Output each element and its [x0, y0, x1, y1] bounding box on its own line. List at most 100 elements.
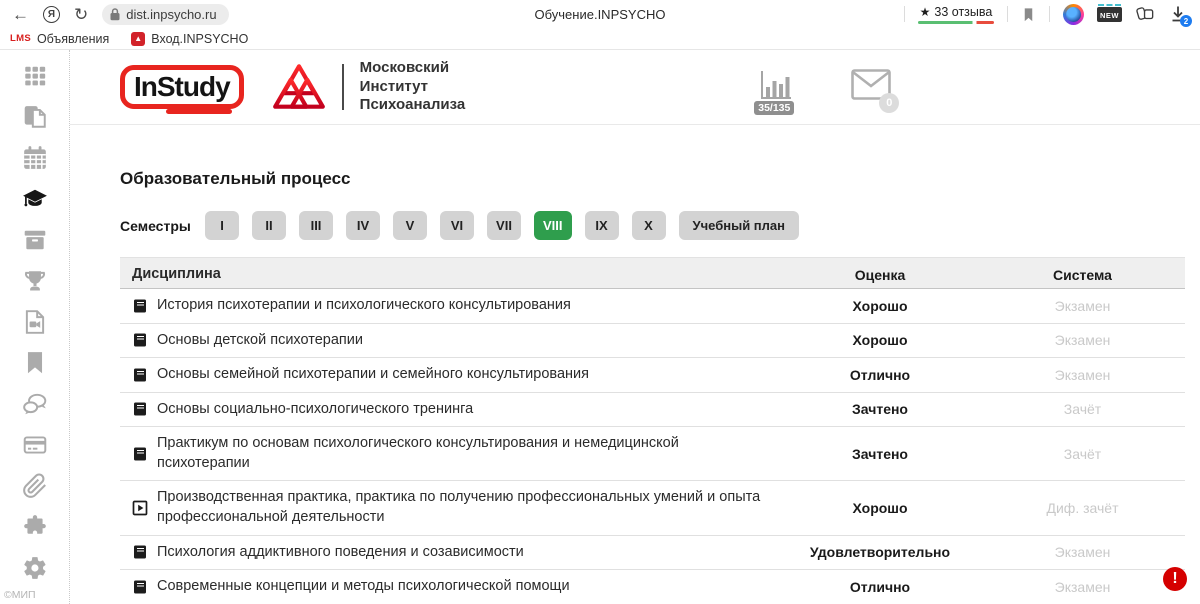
toolbar-separator	[1049, 6, 1050, 22]
tab-title: Обучение.INPSYCHO	[535, 7, 666, 22]
trophy-icon[interactable]	[22, 268, 48, 294]
discipline-name: Производственная практика, практика по п…	[157, 488, 770, 527]
book-icon	[132, 544, 148, 560]
grading-system: Экзамен	[980, 544, 1185, 560]
toolbar-separator	[1007, 6, 1008, 22]
semester-9-button[interactable]: IX	[585, 211, 619, 240]
grid-icon[interactable]	[22, 63, 48, 89]
copyright: ©МИП	[4, 589, 36, 601]
table-row[interactable]: Производственная практика, практика по п…	[120, 481, 1185, 535]
calendar-icon[interactable]	[22, 145, 48, 171]
grade: Зачтено	[780, 401, 980, 417]
progress-badge: 35/135	[754, 101, 794, 115]
bookmarks-bar: LMS Объявления ▲ Вход.INPSYCHO	[0, 28, 1200, 50]
content-area: InStudy Московский Институт Психоанализа	[70, 50, 1200, 604]
reviews-count: 33 отзыва	[934, 5, 992, 19]
downloads-badge: 2	[1180, 15, 1192, 27]
mail-count-badge: 0	[879, 93, 899, 113]
grading-system: Экзамен	[980, 298, 1185, 314]
table-row[interactable]: Практикум по основам психологического ко…	[120, 427, 1185, 481]
table-header-row: Дисциплина Оценка Система	[120, 257, 1185, 289]
reviews-widget[interactable]: ★ 33 отзыва	[918, 5, 994, 24]
column-header-grade: Оценка	[780, 267, 980, 283]
book-icon	[132, 446, 148, 462]
browser-toolbar: ← Я ↻ dist.inpsycho.ru Обучение.INPSYCHO…	[0, 0, 1200, 28]
chat-icon[interactable]	[22, 391, 48, 417]
toolbar-separator	[904, 6, 905, 22]
star-icon: ★	[920, 5, 931, 19]
documents-icon[interactable]	[22, 104, 48, 130]
grade: Хорошо	[780, 500, 980, 516]
grading-system: Зачёт	[980, 446, 1185, 462]
book-icon	[132, 401, 148, 417]
alert-icon[interactable]: !	[1163, 567, 1187, 591]
grade: Хорошо	[780, 298, 980, 314]
gear-icon[interactable]	[22, 555, 48, 581]
semester-3-button[interactable]: III	[299, 211, 333, 240]
grading-system: Экзамен	[980, 367, 1185, 383]
book-icon	[132, 367, 148, 383]
column-header-discipline: Дисциплина	[120, 258, 780, 292]
alice-orb-icon[interactable]	[1063, 4, 1084, 25]
semester-6-button[interactable]: VI	[440, 211, 474, 240]
grading-system: Зачёт	[980, 401, 1185, 417]
archive-box-icon[interactable]	[22, 227, 48, 253]
discipline-name: Основы детской психотерапии	[157, 331, 363, 351]
table-row[interactable]: Основы детской психотерапии Хорошо Экзам…	[120, 324, 1185, 359]
grade: Удовлетворительно	[780, 544, 980, 560]
table-row[interactable]: История психотерапии и психологического …	[120, 289, 1185, 324]
semester-2-button[interactable]: II	[252, 211, 286, 240]
semester-1-button[interactable]: I	[205, 211, 239, 240]
video-file-icon[interactable]	[22, 309, 48, 335]
back-icon[interactable]: ←	[12, 6, 29, 23]
semester-8-button[interactable]: VIII	[534, 211, 572, 240]
discipline-name: Психология аддиктивного поведения и соза…	[157, 543, 524, 563]
institute-triangles-logo[interactable]	[270, 63, 328, 111]
messages[interactable]: 0	[851, 69, 891, 105]
bookmark-sidebar-icon[interactable]	[22, 350, 48, 376]
paperclip-icon[interactable]	[22, 473, 48, 499]
address-bar[interactable]: dist.inpsycho.ru	[102, 4, 228, 25]
new-feature-icon[interactable]: NEW	[1097, 7, 1122, 22]
book-icon	[132, 579, 148, 595]
progress-stats[interactable]: 35/135	[757, 68, 795, 107]
table-row[interactable]: Основы социально-психологического тренин…	[120, 393, 1185, 428]
curriculum-button[interactable]: Учебный план	[679, 211, 799, 240]
instudy-logo[interactable]: InStudy	[120, 65, 244, 109]
lms-favicon: LMS	[10, 33, 31, 44]
semester-selector: Семестры I II III IV V VI VII VIII IX X …	[120, 211, 1185, 240]
institute-name: Московский Институт Психоанализа	[360, 59, 466, 115]
sidebar: ©МИП	[0, 50, 70, 604]
glove-icon[interactable]	[1135, 5, 1155, 23]
credit-card-icon[interactable]	[22, 432, 48, 458]
bar-chart-icon	[758, 68, 794, 102]
semester-10-button[interactable]: X	[632, 211, 666, 240]
semester-4-button[interactable]: IV	[346, 211, 380, 240]
play-video-icon	[132, 500, 148, 516]
semester-5-button[interactable]: V	[393, 211, 427, 240]
page-title: Образовательный процесс	[120, 169, 1185, 189]
downloads-icon[interactable]: 2	[1168, 4, 1188, 24]
puzzle-icon[interactable]	[22, 514, 48, 540]
graduation-cap-icon[interactable]	[22, 186, 48, 212]
grade: Хорошо	[780, 332, 980, 348]
table-row[interactable]: Основы семейной психотерапии и семейного…	[120, 358, 1185, 393]
bookmark-lms[interactable]: LMS Объявления	[10, 32, 109, 46]
grading-system: Экзамен	[980, 579, 1185, 595]
yandex-browser-icon[interactable]: Я	[43, 6, 60, 23]
discipline-name: Практикум по основам психологического ко…	[157, 434, 770, 473]
bookmark-label: Вход.INPSYCHO	[151, 32, 248, 46]
table-row[interactable]: Современные концепции и методы психологи…	[120, 570, 1185, 604]
grading-system: Экзамен	[980, 332, 1185, 348]
url-text: dist.inpsycho.ru	[126, 7, 216, 22]
reload-icon[interactable]: ↻	[74, 6, 88, 23]
disciplines-table: Дисциплина Оценка Система История психот…	[120, 257, 1185, 604]
semesters-label: Семестры	[120, 218, 192, 234]
table-row[interactable]: Психология аддиктивного поведения и соза…	[120, 536, 1185, 571]
bookmark-icon[interactable]	[1021, 7, 1036, 22]
bookmark-inpsycho[interactable]: ▲ Вход.INPSYCHO	[131, 32, 248, 46]
discipline-name: Современные концепции и методы психологи…	[157, 577, 570, 597]
semester-7-button[interactable]: VII	[487, 211, 521, 240]
discipline-name: История психотерапии и психологического …	[157, 296, 571, 316]
lock-icon	[110, 8, 120, 21]
